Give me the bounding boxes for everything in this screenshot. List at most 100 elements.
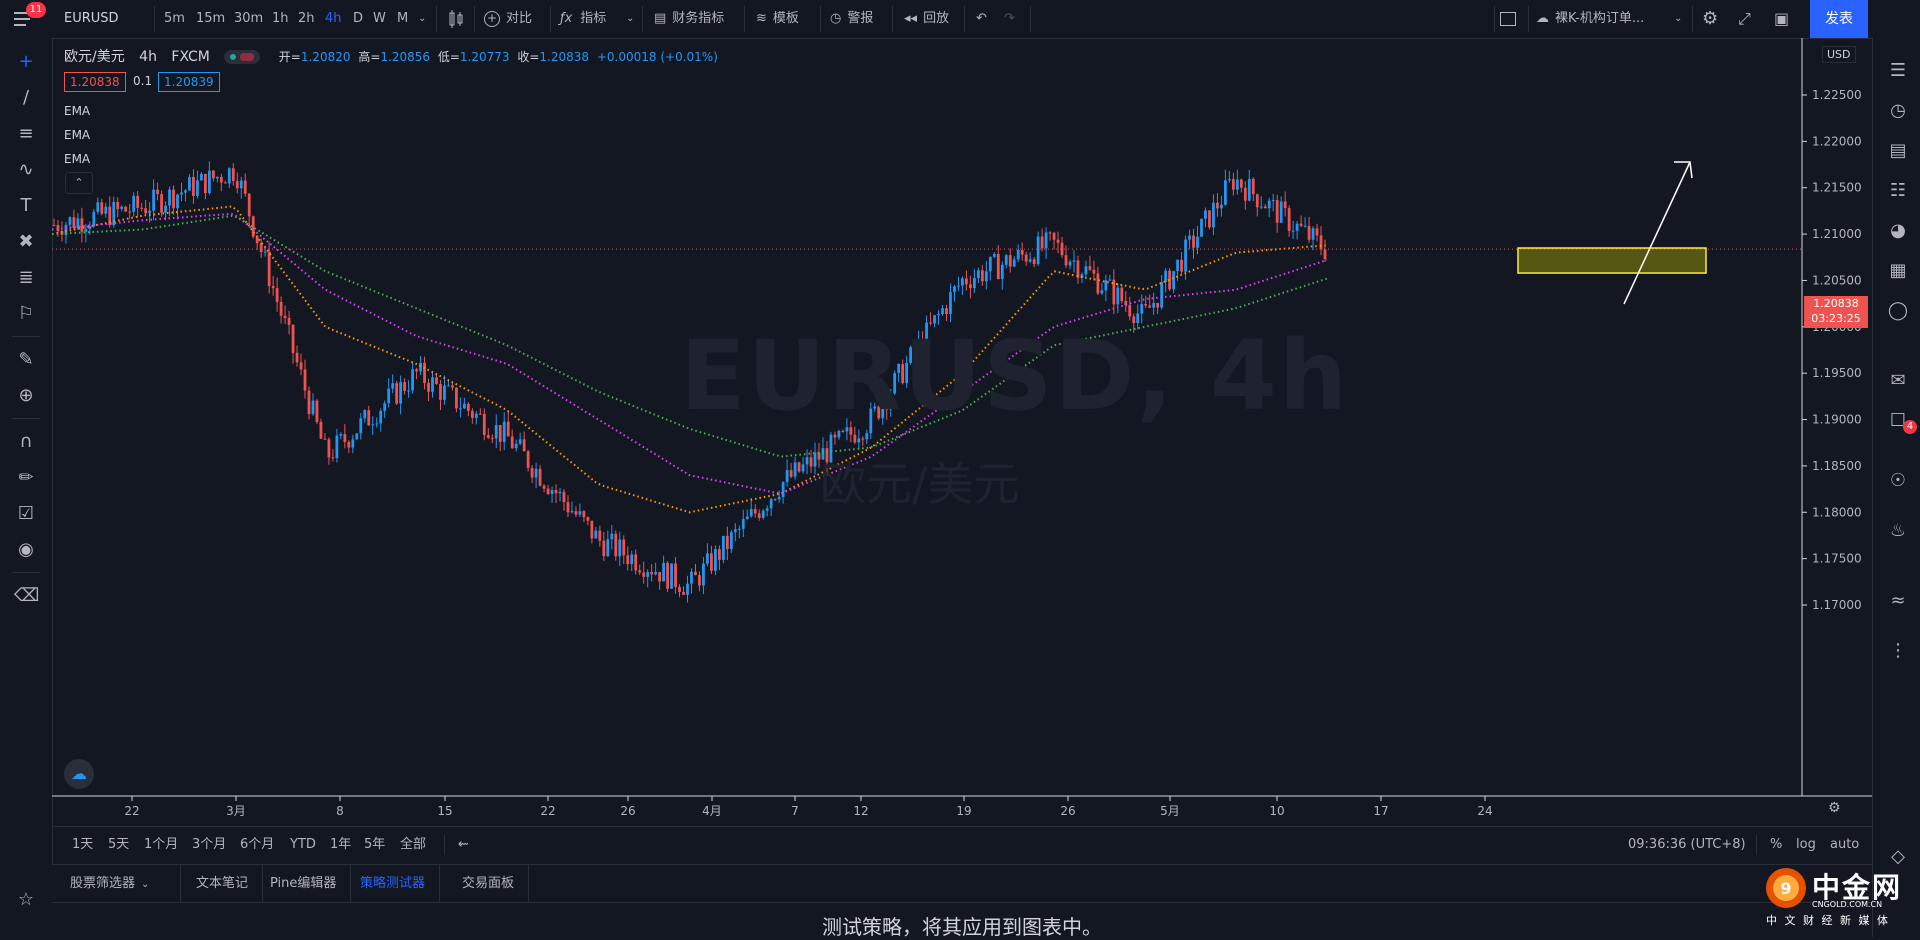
financials-button[interactable]: ▤ 财务指标 [654,0,724,38]
calendar-icon[interactable]: ▦ [1885,258,1911,284]
chat-icon[interactable]: ✉ [1885,368,1911,394]
indicators-button[interactable]: ƒx 指标 [560,0,606,38]
range-1m[interactable]: 1个月 [144,827,178,863]
range-ytd[interactable]: YTD [290,827,316,863]
snapshot-button[interactable]: ▣ [1774,0,1789,38]
hotlists-icon[interactable]: ◕ [1885,218,1911,244]
position-tool-icon[interactable]: ≣ [14,266,38,290]
fib-retracement-icon[interactable]: ≡ [14,122,38,146]
layout-dropdown-icon[interactable]: ⌄ [1674,0,1682,38]
tab-text-notes[interactable]: 文本笔记 [182,865,264,903]
clock-display[interactable]: 09:36:36 (UTC+8) [1628,827,1746,863]
tab-trading-panel[interactable]: 交易面板 [448,865,530,903]
collapse-legend-button[interactable]: ⌃ [65,172,93,194]
candle-body [1012,259,1016,267]
replay-button[interactable]: ◂◂ 回放 [904,0,949,38]
time-axis-settings-icon[interactable]: ⚙ [1828,800,1841,816]
candle-body [654,572,658,575]
range-3m[interactable]: 3个月 [192,827,226,863]
crosshair-icon[interactable]: + [14,50,38,74]
lock-drawings-icon[interactable]: ✏ [14,466,38,490]
redo-button[interactable]: ↷ [1004,0,1015,38]
range-6m[interactable]: 6个月 [240,827,274,863]
settings-button[interactable]: ⚙ [1702,0,1718,38]
candle-body [1052,232,1056,240]
tab-strategy-tester[interactable]: 策略测试器 [346,865,441,903]
time-axis[interactable]: 22 3月 8 15 22 26 4月 7 12 19 26 5月 10 17 24 [124,796,1493,818]
trendline-icon[interactable]: ∕ [14,86,38,110]
templates-button[interactable]: ≋ 模板 [756,0,799,38]
tab-pine-editor[interactable]: Pine编辑器 [256,865,352,903]
interval-2h[interactable]: 2h [298,0,315,38]
sell-price-box[interactable]: 1.20838 [64,72,126,92]
candle-body [562,491,566,503]
watchlist-icon[interactable]: ☰ [1885,58,1911,84]
chart-type-button[interactable] [446,0,466,38]
data-window-icon[interactable]: ☷ [1885,178,1911,204]
auto-scale-toggle[interactable]: auto [1830,827,1859,863]
compare-button[interactable]: + 对比 [484,0,532,38]
range-all[interactable]: 全部 [400,827,426,863]
trash-icon[interactable]: ⌫ [14,584,39,608]
redo-icon: ↷ [1004,11,1015,26]
zoom-in-icon[interactable]: ⊕ [14,384,38,408]
goto-date-button[interactable]: ⇜ [458,827,469,863]
fullscreen-layout-button[interactable] [1500,0,1516,38]
price-chart[interactable]: 1.225001.220001.215001.210001.205001.200… [52,38,1872,826]
symbol-search[interactable]: EURUSD [64,0,119,38]
ema-legend-2[interactable]: EMA [64,128,90,142]
percent-scale-toggle[interactable]: % [1770,827,1782,863]
interval-1h[interactable]: 1h [272,0,289,38]
currency-unit-label[interactable]: USD [1822,46,1856,63]
candle-body [68,217,72,225]
tradingview-logo-icon[interactable]: ☁ [64,759,94,789]
text-tool-icon[interactable]: T [14,194,38,218]
indicators-dropdown-icon[interactable]: ⌄ [626,0,634,38]
pine-chart-icon[interactable]: ≈ [1885,588,1911,614]
magnet-icon[interactable]: ∩ [14,430,38,454]
news-icon[interactable]: ▤ [1885,138,1911,164]
interval-15m[interactable]: 15m [196,0,225,38]
streams-icon[interactable]: ☉ [1885,468,1911,494]
range-1y[interactable]: 1年 [330,827,351,863]
interval-dropdown-icon[interactable]: ⌄ [418,0,426,38]
ema-legend-3[interactable]: EMA [64,152,90,166]
ideas-icon[interactable]: ◯ [1885,298,1911,324]
pattern-icon[interactable]: ∿ [14,158,38,182]
buy-price-box[interactable]: 1.20839 [158,72,220,92]
undo-button[interactable]: ↶ [976,0,987,38]
candle-body [215,176,219,179]
interval-m[interactable]: M [397,0,408,38]
range-5y[interactable]: 5年 [364,827,385,863]
interval-w[interactable]: W [373,0,386,38]
range-1d[interactable]: 1天 [72,827,93,863]
interval-4h[interactable]: 4h [325,0,342,38]
eye-icon[interactable]: ◉ [14,538,38,562]
layout-selector[interactable]: ☁ 裸K-机构订单... [1536,0,1644,38]
dom-icon[interactable]: ⋮ [1885,638,1911,664]
time-tick-label: 8 [336,804,344,818]
ema-legend-1[interactable]: EMA [64,104,90,118]
publish-button[interactable]: 发表 [1810,0,1868,38]
range-5d[interactable]: 5天 [108,827,129,863]
tab-stock-screener[interactable]: 股票筛选器 ⌄ [56,865,181,903]
candle-body [1299,223,1303,226]
star-icon[interactable]: ☆ [14,888,38,912]
interval-30m[interactable]: 30m [234,0,263,38]
price-axis[interactable]: 1.225001.220001.215001.210001.205001.200… [1802,88,1862,612]
alerts-clock-icon[interactable]: ◷ [1885,98,1911,124]
alert-button[interactable]: ◷ 警报 [830,0,873,38]
candle-body [196,180,199,197]
interval-5m[interactable]: 5m [164,0,185,38]
icons-tool-icon[interactable]: ⚐ [14,302,38,326]
log-scale-toggle[interactable]: log [1796,827,1816,863]
fullscreen-button[interactable]: ⤢ [1738,0,1751,38]
legend-title[interactable]: 欧元/美元 [64,49,125,65]
bell-icon[interactable]: ♨ [1885,518,1911,544]
market-status-toggle[interactable] [224,50,261,64]
ruler-icon[interactable]: ✎ [14,348,38,372]
lock-icon[interactable]: ☑ [14,502,38,526]
close-value: 1.20838 [539,50,590,64]
xabcd-pattern-icon[interactable]: ✖ [14,230,38,254]
interval-d[interactable]: D [353,0,363,38]
